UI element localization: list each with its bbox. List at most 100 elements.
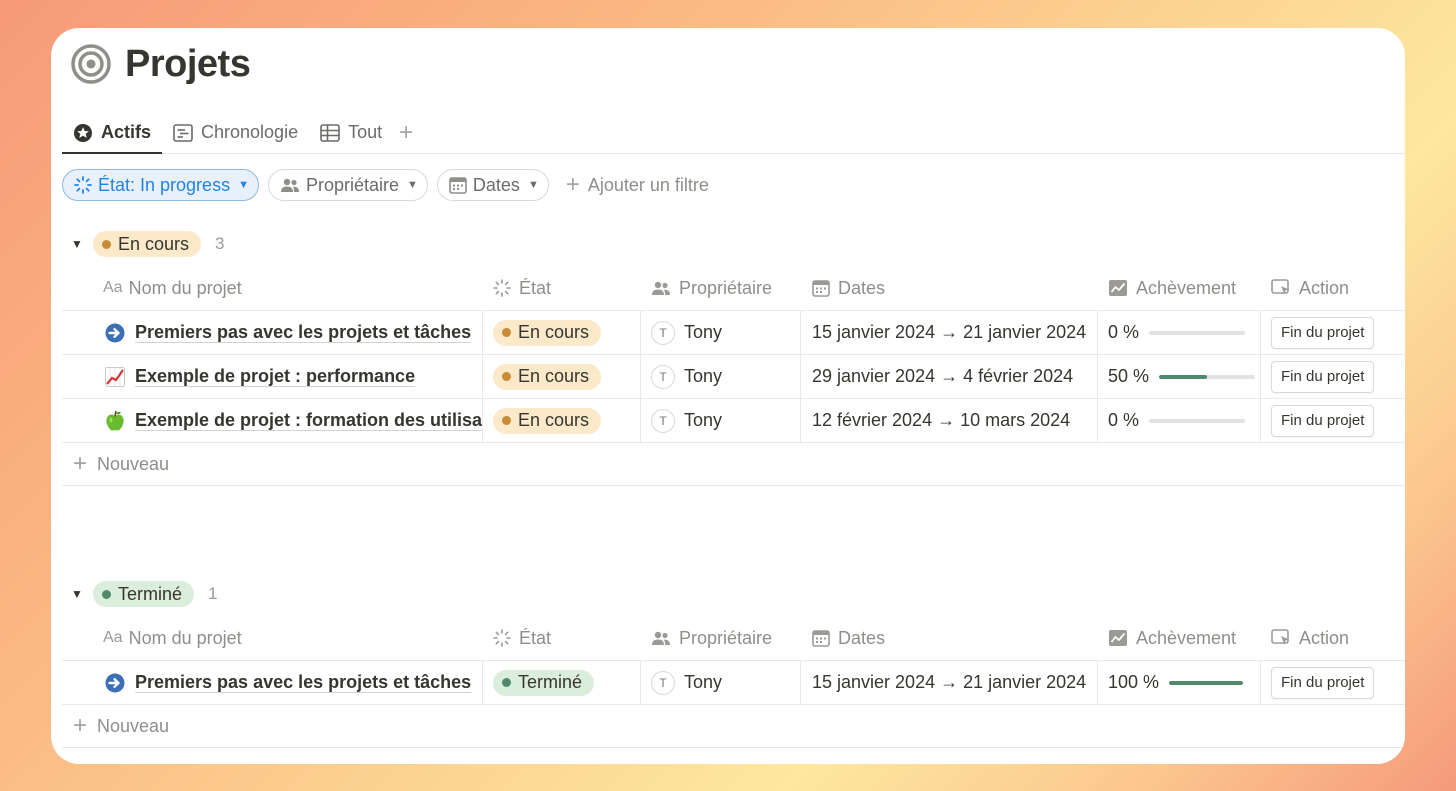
progress-bar (1149, 330, 1246, 335)
owner-cell[interactable]: T Tony (641, 661, 801, 704)
state-cell[interactable]: Terminé (483, 661, 641, 704)
table-row[interactable]: Exemple de projet : performance En cours… (62, 354, 1405, 398)
new-label: Nouveau (97, 453, 170, 474)
column-header-state[interactable]: État (483, 266, 641, 310)
collapse-triangle-icon[interactable]: ▼ (71, 587, 83, 601)
owner-name: Tony (684, 672, 723, 692)
state-cell[interactable]: En cours (483, 399, 641, 442)
dates-cell[interactable]: 15 janvier 2024 → 21 janvier 2024 (801, 311, 1098, 354)
tab-label: Actifs (101, 122, 152, 142)
tab-chronologie[interactable]: Chronologie (162, 112, 309, 153)
page-title: Projets (125, 42, 251, 85)
loading-spinner-icon (493, 279, 511, 297)
column-header-completion[interactable]: Achèvement (1098, 616, 1261, 660)
table-row[interactable]: Premiers pas avec les projets et tâches … (62, 660, 1405, 704)
end-project-button[interactable]: Fin du projet (1271, 666, 1375, 699)
table-row[interactable]: Premiers pas avec les projets et tâches … (62, 310, 1405, 354)
target-icon[interactable] (71, 44, 111, 84)
dates-cell[interactable]: 15 janvier 2024 → 21 janvier 2024 (801, 661, 1098, 704)
column-header-dates[interactable]: Dates (801, 266, 1098, 310)
column-label: Nom du projet (128, 627, 242, 648)
project-name-cell[interactable]: Premiers pas avec les projets et tâches (62, 311, 483, 354)
group-header-termine[interactable]: ▼ Terminé 1 (71, 580, 218, 608)
state-cell[interactable]: En cours (483, 311, 641, 354)
action-cell: Fin du projet (1261, 399, 1405, 442)
column-label: Action (1299, 277, 1350, 298)
project-name[interactable]: Exemple de projet : formation des utilis… (135, 410, 482, 431)
column-header-action[interactable]: Action (1261, 616, 1405, 660)
column-header-state[interactable]: État (483, 616, 641, 660)
project-name[interactable]: Premiers pas avec les projets et tâches (135, 322, 471, 343)
add-filter-button[interactable]: + Ajouter un filtre (558, 171, 709, 199)
plus-icon: + (73, 450, 88, 477)
status-pill: En cours (493, 363, 602, 390)
column-header-owner[interactable]: Propriétaire (641, 266, 801, 310)
project-name-cell[interactable]: Premiers pas avec les projets et tâches (62, 661, 483, 704)
chevron-down-icon: ▼ (407, 179, 418, 191)
date-range: 15 janvier 2024 → 21 janvier 2024 (812, 672, 1087, 692)
progress-bar (1159, 374, 1256, 379)
completion-value: 50 % (1108, 366, 1150, 386)
trend-chart-icon (1109, 630, 1127, 646)
project-name-cell[interactable]: Exemple de projet : formation des utilis… (62, 399, 483, 442)
column-label: Dates (838, 627, 886, 648)
status-dot (102, 239, 111, 249)
column-header-name[interactable]: Aa Nom du projet (62, 266, 483, 310)
owner-cell[interactable]: T Tony (641, 311, 801, 354)
completion-value: 0 % (1108, 410, 1140, 430)
end-project-button[interactable]: Fin du projet (1271, 316, 1375, 349)
status-pill: En cours (493, 319, 602, 346)
dates-cell[interactable]: 29 janvier 2024 → 4 février 2024 (801, 355, 1098, 398)
new-row-button[interactable]: + Nouveau (62, 442, 1405, 486)
filter-label: Propriétaire (305, 174, 400, 195)
avatar: T (651, 364, 675, 389)
arrow-right-circle-icon (104, 322, 126, 344)
column-header-owner[interactable]: Propriétaire (641, 616, 801, 660)
owner-cell[interactable]: T Tony (641, 399, 801, 442)
column-label: Nom du projet (128, 277, 242, 298)
new-label: Nouveau (97, 715, 170, 736)
owner-filter-chip[interactable]: Propriétaire ▼ (267, 169, 428, 201)
people-icon (652, 281, 670, 295)
page-header: Projets (71, 40, 251, 88)
group-header-en-cours[interactable]: ▼ En cours 3 (71, 230, 225, 258)
status-dot (102, 589, 111, 599)
status-dot (502, 416, 511, 425)
trend-chart-icon (1109, 280, 1127, 296)
column-header-dates[interactable]: Dates (801, 616, 1098, 660)
column-header-completion[interactable]: Achèvement (1098, 266, 1261, 310)
dates-cell[interactable]: 12 février 2024 → 10 mars 2024 (801, 399, 1098, 442)
project-name[interactable]: Exemple de projet : performance (135, 366, 415, 387)
plus-icon: + (565, 171, 580, 198)
projects-table-termine: Aa Nom du projet État Propriétaire Dates … (62, 616, 1405, 748)
project-name[interactable]: Premiers pas avec les projets et tâches (135, 672, 471, 693)
status-label: En cours (518, 410, 590, 430)
project-name-cell[interactable]: Exemple de projet : performance (62, 355, 483, 398)
people-icon (652, 631, 670, 645)
column-header-action[interactable]: Action (1261, 266, 1405, 310)
avatar: T (651, 320, 675, 345)
state-cell[interactable]: En cours (483, 355, 641, 398)
arrow-right-circle-icon (104, 672, 126, 694)
new-row-button[interactable]: + Nouveau (62, 704, 1405, 748)
progress-bar (1149, 418, 1246, 423)
collapse-triangle-icon[interactable]: ▼ (71, 237, 83, 251)
timeline-icon (173, 123, 193, 142)
group-status-pill: Terminé (93, 581, 195, 607)
end-project-button[interactable]: Fin du projet (1271, 404, 1375, 437)
tab-actifs[interactable]: Actifs (62, 112, 163, 154)
loading-spinner-icon (74, 176, 92, 194)
end-project-button[interactable]: Fin du projet (1271, 360, 1375, 393)
tab-tout[interactable]: Tout (309, 112, 393, 153)
filter-label: Dates (472, 174, 520, 195)
add-filter-label: Ajouter un filtre (587, 174, 709, 195)
column-header-name[interactable]: Aa Nom du projet (62, 616, 483, 660)
add-view-button[interactable]: + (393, 112, 419, 153)
progress-fill (1169, 680, 1244, 685)
filter-label: État: In progress (98, 174, 231, 195)
dates-filter-chip[interactable]: Dates ▼ (436, 169, 549, 201)
plus-icon: + (73, 712, 88, 739)
owner-cell[interactable]: T Tony (641, 355, 801, 398)
state-filter-chip[interactable]: État: In progress ▼ (62, 169, 259, 201)
table-row[interactable]: Exemple de projet : formation des utilis… (62, 398, 1405, 442)
